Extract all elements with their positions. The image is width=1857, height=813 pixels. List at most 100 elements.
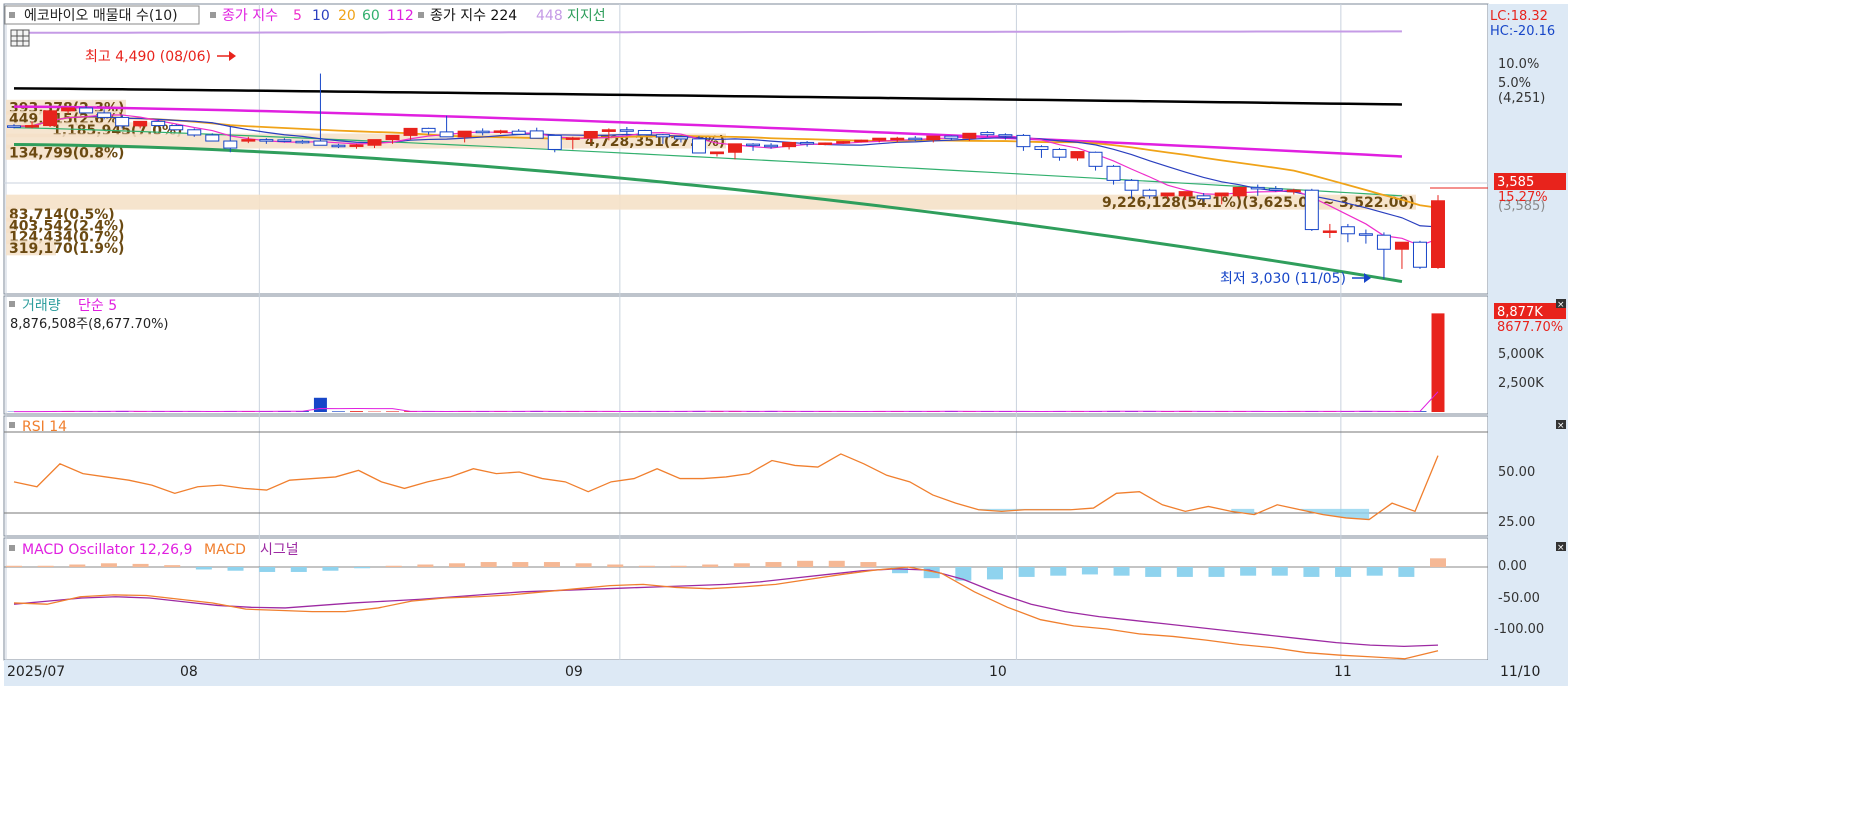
candle <box>782 141 797 148</box>
candle <box>1178 191 1193 197</box>
candle <box>259 139 274 142</box>
candle <box>1394 241 1409 250</box>
table-icon[interactable] <box>10 29 30 47</box>
oscillator-bar <box>828 560 845 567</box>
candle <box>1376 234 1391 250</box>
legend-square-icon <box>9 422 15 428</box>
candle <box>547 134 562 150</box>
ma20-label: 20 <box>338 8 356 24</box>
macd-tick-100: -100.00 <box>1494 622 1544 637</box>
oscillator-bar <box>290 567 307 572</box>
current-price: 3,585 <box>1497 175 1534 190</box>
candle <box>637 129 652 136</box>
candle <box>1070 151 1085 159</box>
candle <box>331 144 346 148</box>
candle <box>313 140 328 146</box>
oscillator-bar <box>100 563 117 567</box>
oscillator-bar <box>1240 567 1257 576</box>
candle <box>1232 186 1247 197</box>
legend-square-icon <box>9 301 15 307</box>
candle <box>619 129 634 132</box>
svg-text:×: × <box>1557 543 1565 553</box>
candle <box>1340 226 1355 235</box>
candle <box>1160 192 1175 197</box>
candle <box>908 137 923 141</box>
oscillator-bar <box>1208 567 1225 577</box>
close-icon[interactable]: × <box>1556 420 1566 431</box>
candle <box>439 131 454 138</box>
candle <box>43 110 58 127</box>
candle <box>944 135 959 139</box>
oscillator-bar <box>1145 567 1162 577</box>
candle <box>151 120 166 127</box>
candle <box>1322 230 1337 233</box>
candle <box>223 140 238 149</box>
svg-text:×: × <box>1557 300 1565 310</box>
oscillator-bar <box>765 562 782 567</box>
candle <box>673 136 688 140</box>
pct-10-label: 10.0% <box>1498 57 1539 72</box>
oscillator-bar <box>860 562 877 567</box>
candle <box>115 116 130 127</box>
legend-square-icon <box>9 12 15 18</box>
macd-tick-0: 0.00 <box>1498 559 1527 574</box>
candle <box>1268 188 1283 191</box>
price-title: 에코바이오 매물대 수(10) <box>24 8 178 24</box>
candle <box>764 144 779 148</box>
svg-text:×: × <box>1557 421 1565 431</box>
volume-pct: 8677.70% <box>1497 320 1563 335</box>
candle <box>1124 179 1139 191</box>
volume-panel[interactable] <box>3 295 1489 415</box>
volume-current: 8,877K <box>1497 305 1543 320</box>
oscillator-bar <box>195 567 212 570</box>
candle <box>1250 186 1265 190</box>
close-icon[interactable]: × <box>1556 542 1566 553</box>
lc-label: LC:18.32 <box>1490 9 1548 24</box>
candle <box>403 127 418 136</box>
rsi-panel[interactable] <box>3 415 1489 537</box>
close-icon[interactable]: × <box>1556 299 1566 310</box>
pct-5-value: (4,251) <box>1498 91 1545 106</box>
volume-bar <box>313 397 327 412</box>
candle <box>493 130 508 133</box>
stock-chart[interactable]: 393,378(2.3%)449,615(2.6%)1,185,945(7.0%… <box>0 0 1568 686</box>
volume-bar <box>331 411 345 412</box>
candle <box>79 107 94 114</box>
ma112-label: 112 <box>387 8 414 24</box>
oscillator-bar <box>259 567 276 572</box>
date-label-09: 09 <box>565 664 583 680</box>
macd-title: MACD Oscillator 12,26,9 <box>22 542 192 558</box>
candle <box>709 151 724 155</box>
oscillator-bar <box>575 563 592 567</box>
candle <box>746 143 761 147</box>
candle <box>421 127 436 133</box>
oscillator-bar <box>1366 567 1383 576</box>
signal-label: 시그널 <box>260 542 299 558</box>
ma-label: 종가 지수 <box>222 8 278 24</box>
candle <box>367 139 382 146</box>
candle <box>1106 165 1121 181</box>
oscillator-bar <box>638 565 655 567</box>
candle <box>511 130 526 135</box>
candle <box>1034 146 1049 150</box>
candle <box>97 112 112 118</box>
candle <box>1412 241 1427 268</box>
volume-value: 8,876,508주(8,677.70%) <box>10 317 169 332</box>
oscillator-bar <box>1113 567 1130 576</box>
candle <box>1214 192 1229 197</box>
candle <box>295 140 310 144</box>
oscillator-bar <box>1081 567 1098 575</box>
volume-tick-5000: 5,000K <box>1498 347 1544 362</box>
oscillator-bar <box>1303 567 1320 577</box>
candle <box>187 129 202 136</box>
low-annotation: 최저 3,030 (11/05) <box>1220 271 1346 287</box>
oscillator-bar <box>449 563 466 567</box>
candle <box>1088 151 1103 167</box>
oscillator-bar <box>69 564 86 567</box>
candle <box>583 130 598 139</box>
candle <box>1431 200 1445 269</box>
current-change: 15.27% <box>1498 190 1548 205</box>
oscillator-bar <box>227 567 244 571</box>
volume-bar <box>386 411 400 412</box>
volume-bar <box>349 411 363 412</box>
